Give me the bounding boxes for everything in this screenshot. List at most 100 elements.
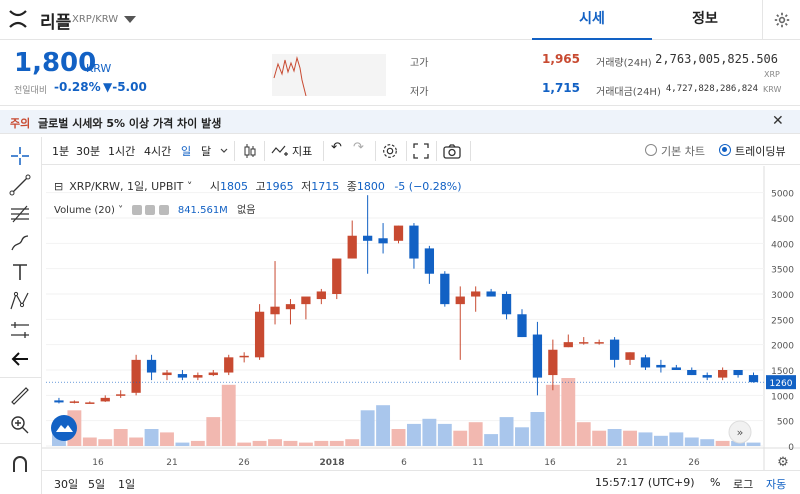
crosshair-icon[interactable]: [9, 145, 31, 167]
tradingview-radio[interactable]: [719, 144, 731, 156]
price-chart[interactable]: 5000 4500 4000 3500 3000 2500 2000 1500 1000 500 0…: [42, 166, 800, 494]
high-value: 1,965: [542, 52, 580, 66]
candle-body: [393, 225, 404, 241]
gear-icon[interactable]: [145, 205, 156, 215]
notice-text: 글로벌 시세와 5% 이상 가격 차이 발생: [38, 117, 222, 130]
auto-toggle[interactable]: 자동: [766, 476, 786, 492]
tab-info[interactable]: 정보: [645, 0, 765, 40]
y-tick-label: 3000: [771, 291, 794, 301]
text-tool-icon[interactable]: [9, 261, 31, 283]
tradingview-label[interactable]: 트레이딩뷰: [735, 143, 786, 159]
redo-icon[interactable]: ↷: [353, 140, 364, 155]
chart-symbol: XRP/KRW, 1일, UPBIT: [69, 180, 184, 193]
arrow-left-icon[interactable]: [9, 348, 31, 370]
trend-line-icon[interactable]: [9, 174, 31, 196]
low-value: 1,715: [542, 81, 580, 95]
close-icon[interactable]: [158, 205, 169, 215]
measure-icon[interactable]: [9, 319, 31, 341]
collapse-legend-icon[interactable]: ⊟: [54, 180, 63, 193]
current-price-label: 1260: [770, 379, 793, 389]
chevron-down-icon[interactable]: ˅: [183, 180, 196, 193]
volume-bar: [653, 435, 668, 446]
y-tick-label: 4500: [771, 215, 794, 225]
volume-label: Volume (20): [54, 205, 115, 216]
basic-chart-radio[interactable]: [645, 144, 657, 156]
open-label: 시: [209, 180, 220, 193]
fib-tool-icon[interactable]: [9, 203, 31, 225]
x-tick-label: 21: [616, 458, 627, 468]
volume-bar: [160, 432, 174, 446]
candle-body: [455, 296, 465, 305]
bottom-bar: 30일 5일 1일 15:57:17 (UTC+9) % 로그 자동: [42, 470, 800, 494]
candle-body: [146, 359, 157, 373]
x-tick-label: 26: [238, 458, 250, 468]
interval-month[interactable]: 달: [201, 143, 211, 159]
fullscreen-icon[interactable]: [413, 143, 429, 159]
x-tick-label: 21: [166, 458, 177, 468]
chevron-down-icon[interactable]: [220, 148, 228, 154]
candle-body: [424, 248, 435, 274]
x-tick-label: 6: [401, 458, 407, 468]
drawing-toolbar: [0, 137, 42, 494]
percent-toggle[interactable]: %: [710, 476, 720, 489]
volume-bar: [376, 405, 391, 446]
volume-bar: [175, 442, 190, 446]
candle-body: [671, 367, 681, 370]
range-5d[interactable]: 5일: [88, 476, 105, 492]
prev-day-label: 전일대비: [14, 86, 48, 96]
volume-bar: [221, 384, 236, 446]
chevron-down-icon[interactable]: [124, 16, 136, 23]
volume-bar: [391, 429, 406, 446]
camera-icon[interactable]: [443, 143, 461, 159]
x-tick-label: 11: [472, 458, 483, 468]
log-toggle[interactable]: 로그: [733, 476, 753, 492]
candle-body: [363, 235, 373, 241]
candle-body: [69, 401, 80, 403]
candle-type-icon[interactable]: [242, 143, 258, 159]
interval-1h[interactable]: 1시간: [108, 143, 135, 159]
ruler-icon[interactable]: [9, 385, 31, 407]
candle-body: [517, 314, 527, 338]
tab-price[interactable]: 시세: [532, 0, 652, 40]
settings-icon[interactable]: [381, 142, 399, 160]
volume-bar: [576, 422, 591, 446]
gear-icon: [774, 12, 790, 28]
indicator-icon[interactable]: [271, 143, 289, 159]
candle-body: [270, 306, 280, 315]
interval-4h[interactable]: 4시간: [144, 143, 171, 159]
candle-body: [486, 291, 496, 297]
candle-body: [718, 370, 728, 378]
zoom-in-icon[interactable]: [9, 414, 31, 436]
candle-body: [224, 357, 234, 373]
indicator-button[interactable]: 지표: [292, 143, 312, 159]
range-1d[interactable]: 1일: [118, 476, 135, 492]
undo-icon[interactable]: ↶: [331, 140, 342, 155]
settings-button[interactable]: [762, 0, 800, 40]
interval-30m[interactable]: 30분: [76, 143, 100, 159]
candle-body: [579, 342, 589, 344]
volume-bar: [314, 440, 329, 446]
interval-1d[interactable]: 일: [181, 143, 191, 159]
low-value: 1715: [311, 180, 340, 193]
volume-bar: [669, 432, 684, 446]
interval-1m[interactable]: 1분: [52, 143, 69, 159]
basic-chart-label[interactable]: 기본 차트: [661, 143, 705, 159]
y-tick-label: 500: [777, 418, 794, 428]
pattern-icon[interactable]: [9, 290, 31, 312]
close-icon[interactable]: ✕: [772, 113, 784, 129]
range-30d[interactable]: 30일: [54, 476, 78, 492]
chart-toolbar: 1분 30분 1시간 4시간 일 달 지표 ↶ ↷ 기본 차트 트레이딩뷰: [42, 137, 800, 165]
volume-value: 841.561M: [177, 205, 228, 216]
eye-icon[interactable]: [132, 205, 143, 215]
volume-bar: [206, 417, 221, 446]
volume-bar: [499, 417, 514, 446]
y-tick-label: 3500: [771, 266, 794, 276]
candle-body: [116, 394, 126, 396]
brush-icon[interactable]: [9, 232, 31, 254]
candle-body: [501, 294, 512, 315]
candle-body: [316, 291, 326, 300]
chevron-down-icon[interactable]: ˅: [115, 205, 126, 216]
magnet-icon[interactable]: [9, 453, 31, 475]
candle-body: [378, 238, 388, 244]
candle-body: [640, 357, 651, 368]
